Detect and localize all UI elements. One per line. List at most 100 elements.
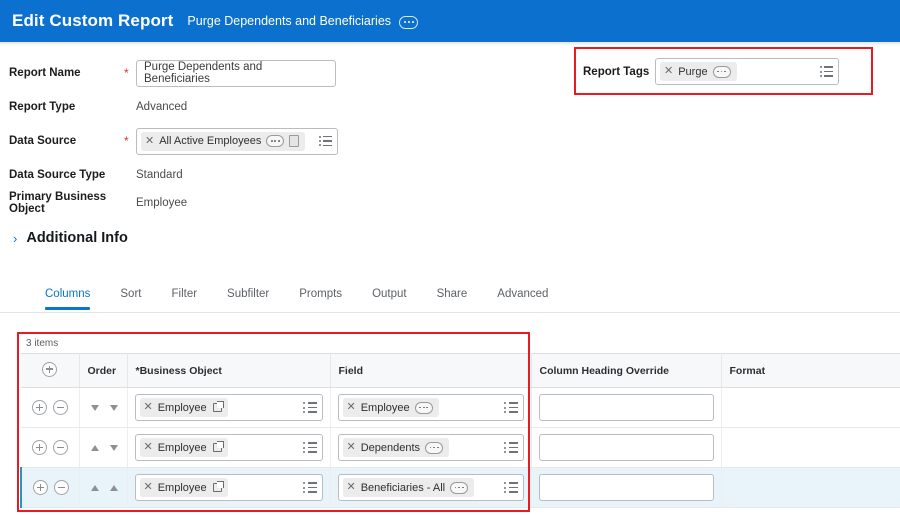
close-icon[interactable]: ✕	[144, 442, 153, 453]
minus-circle-icon[interactable]	[54, 480, 69, 495]
business-object-pill[interactable]: ✕ Employee	[139, 398, 228, 417]
table-row[interactable]: ✕ Employee ✕	[21, 427, 900, 468]
ellipsis-icon[interactable]	[450, 481, 469, 494]
data-source-input[interactable]: ✕ All Active Employees	[136, 127, 338, 155]
arrow-down-icon[interactable]	[109, 444, 118, 451]
list-menu-icon[interactable]	[814, 66, 833, 77]
plus-circle-icon[interactable]	[32, 440, 47, 455]
external-link-icon[interactable]	[212, 481, 224, 492]
table-row[interactable]: ✕ Employee ✕	[20, 467, 900, 508]
form-row-primary-business-object: Primary Business Object Employee	[0, 186, 560, 220]
close-icon[interactable]: ✕	[144, 402, 153, 413]
business-object-input[interactable]: ✕ Employee	[134, 394, 323, 421]
primary-business-object-value: Employee	[136, 197, 188, 209]
tab-subfilter[interactable]: Subfilter	[212, 285, 284, 309]
plus-circle-icon[interactable]	[33, 480, 48, 495]
data-source-pill[interactable]: ✕ All Active Employees	[141, 131, 306, 151]
chevron-right-icon[interactable]: ›	[13, 232, 17, 245]
external-link-icon[interactable]	[212, 401, 224, 412]
list-menu-icon[interactable]	[297, 482, 317, 493]
close-icon[interactable]: ✕	[664, 66, 673, 77]
report-tags-input[interactable]: ✕ Purge	[655, 58, 839, 85]
report-type-value: Advanced	[136, 101, 188, 113]
tab-prompts-label: Prompts	[299, 288, 343, 300]
row-order-cell	[79, 427, 128, 468]
columns-table: Order *Business Object Field Column Head…	[20, 353, 900, 508]
business-object-input[interactable]: ✕ Employee	[134, 474, 323, 501]
ellipsis-icon[interactable]	[425, 441, 444, 454]
field-pill[interactable]: ✕ Beneficiaries - All	[342, 478, 475, 497]
field-input[interactable]: ✕ Beneficiaries - All	[337, 474, 524, 501]
list-menu-icon[interactable]	[297, 442, 317, 453]
column-heading-override-input[interactable]	[538, 394, 714, 421]
tab-output[interactable]: Output	[357, 285, 422, 309]
plus-circle-icon[interactable]	[32, 400, 47, 415]
external-link-icon[interactable]	[212, 441, 224, 452]
table-header-add-cell	[21, 353, 80, 388]
business-object-input[interactable]: ✕ Employee	[134, 434, 323, 461]
form-row-data-source: Data Source * ✕ All Active Employees	[0, 124, 560, 158]
minus-circle-icon[interactable]	[53, 440, 68, 455]
arrow-down-icon[interactable]	[109, 404, 118, 411]
close-icon[interactable]: ✕	[144, 482, 153, 493]
report-tag-pill[interactable]: ✕ Purge	[660, 62, 737, 81]
close-icon[interactable]: ✕	[347, 482, 356, 493]
data-source-type-label: Data Source Type	[9, 169, 106, 181]
arrow-up-icon[interactable]	[109, 484, 118, 491]
business-object-pill[interactable]: ✕ Employee	[139, 438, 228, 457]
business-object-pill-label: Employee	[157, 481, 207, 494]
table-header-format: Format	[721, 353, 900, 388]
close-icon[interactable]: ✕	[347, 442, 356, 453]
row-format-cell[interactable]	[721, 467, 900, 508]
row-column-heading-override-cell	[531, 467, 722, 508]
list-menu-icon[interactable]	[498, 402, 518, 413]
close-icon[interactable]: ✕	[347, 402, 356, 413]
report-tabs: Columns Sort Filter Subfilter Prompts Ou…	[0, 285, 900, 313]
row-format-cell[interactable]	[721, 427, 900, 468]
ellipsis-icon[interactable]	[266, 135, 285, 147]
list-menu-icon[interactable]	[498, 482, 518, 493]
related-actions-icon[interactable]	[289, 135, 300, 147]
report-name-value: Purge Dependents and Beneficiaries	[144, 61, 263, 85]
business-object-pill-label: Employee	[157, 401, 207, 414]
tab-columns[interactable]: Columns	[30, 285, 105, 310]
business-object-pill-label: Employee	[157, 441, 207, 454]
field-input[interactable]: ✕ Dependents	[337, 434, 524, 461]
arrow-up-icon[interactable]	[90, 484, 99, 491]
report-tag-pill-label: Purge	[678, 65, 708, 78]
row-format-cell[interactable]	[721, 387, 900, 428]
tab-share[interactable]: Share	[422, 285, 483, 309]
tab-prompts[interactable]: Prompts	[284, 285, 357, 309]
plus-circle-icon[interactable]	[42, 361, 58, 377]
field-pill-label: Beneficiaries - All	[360, 481, 446, 494]
data-source-type-value: Standard	[136, 169, 183, 181]
business-object-pill[interactable]: ✕ Employee	[139, 478, 228, 497]
table-row[interactable]: ✕ Employee ✕	[21, 387, 900, 428]
tab-sort-label: Sort	[120, 288, 142, 300]
column-heading-override-input[interactable]	[538, 434, 714, 461]
arrow-down-icon[interactable]	[90, 404, 99, 411]
columns-table-wrap: 3 items Order *Business Object Field Col…	[20, 335, 900, 508]
close-icon[interactable]: ✕	[145, 135, 154, 147]
minus-circle-icon[interactable]	[53, 400, 68, 415]
tab-filter[interactable]: Filter	[156, 285, 212, 309]
field-pill[interactable]: ✕ Employee	[342, 398, 439, 417]
tab-advanced-label: Advanced	[497, 288, 549, 300]
list-menu-icon[interactable]	[498, 442, 518, 453]
list-menu-icon[interactable]	[313, 135, 332, 147]
list-menu-icon[interactable]	[297, 402, 317, 413]
additional-info-section[interactable]: › Additional Info	[13, 230, 128, 246]
field-input[interactable]: ✕ Employee	[337, 394, 524, 421]
ellipsis-icon[interactable]	[414, 401, 433, 414]
header-ellipsis-icon[interactable]	[399, 15, 419, 29]
tab-advanced[interactable]: Advanced	[482, 285, 563, 309]
tab-sort[interactable]: Sort	[105, 285, 156, 309]
column-heading-override-input[interactable]	[538, 474, 714, 501]
row-field-cell: ✕ Dependents	[330, 427, 532, 468]
field-pill[interactable]: ✕ Dependents	[342, 438, 450, 457]
table-header-field: Field	[330, 353, 532, 388]
row-column-heading-override-cell	[531, 427, 722, 468]
ellipsis-icon[interactable]	[712, 65, 731, 78]
report-name-input[interactable]: Purge Dependents and Beneficiaries	[136, 59, 336, 87]
arrow-up-icon[interactable]	[90, 444, 99, 451]
